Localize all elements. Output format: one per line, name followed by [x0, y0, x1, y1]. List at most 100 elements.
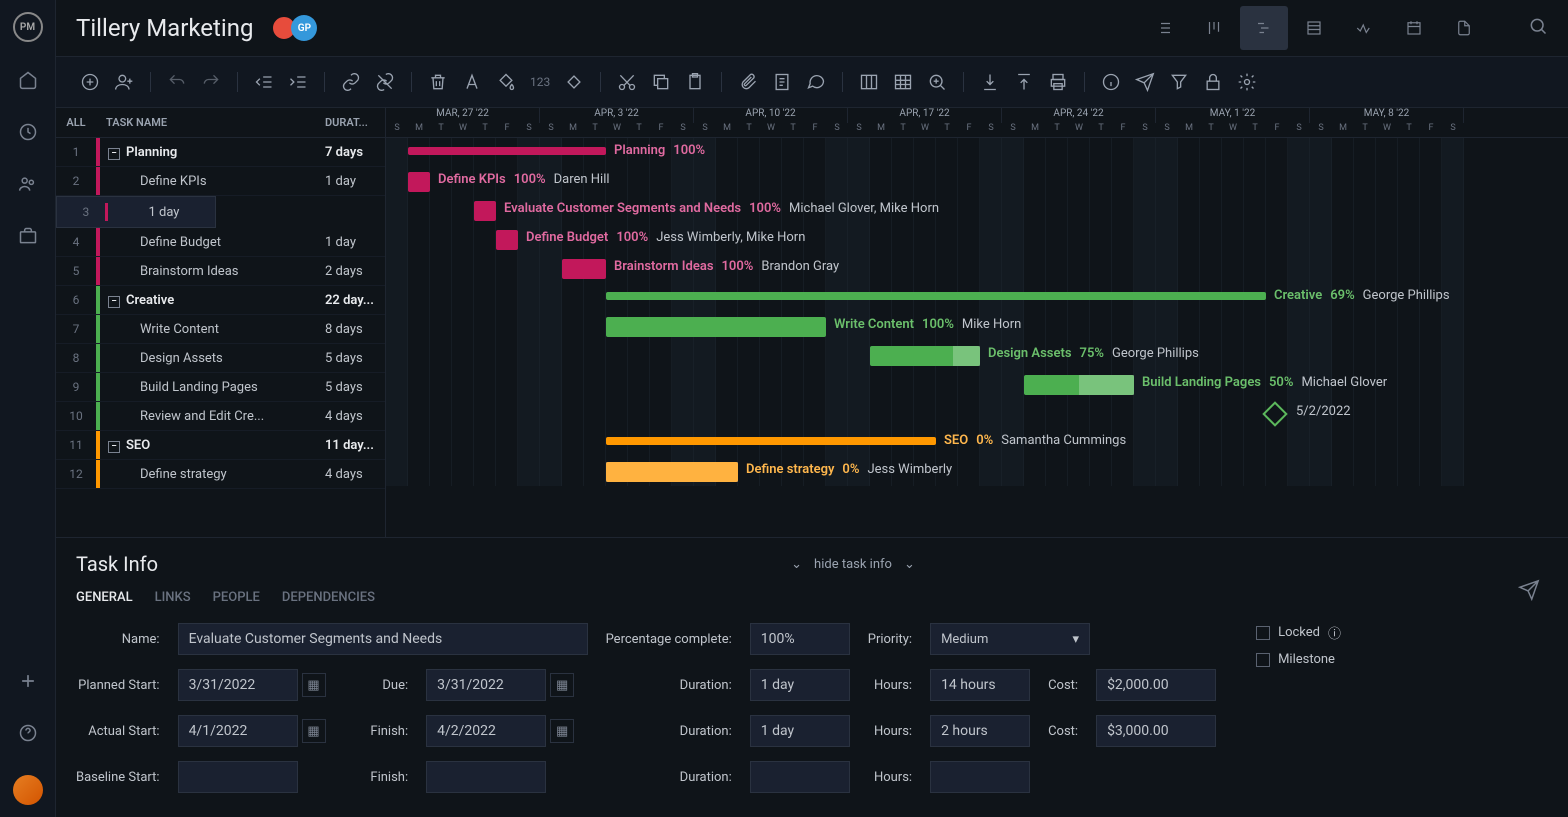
view-board-icon[interactable] [1190, 6, 1238, 50]
planned-start-input[interactable] [178, 669, 298, 701]
gantt-chart[interactable]: MAR, 27 '22APR, 3 '22APR, 10 '22APR, 17 … [386, 108, 1568, 537]
task-row[interactable]: 5 Brainstorm Ideas 2 days [56, 257, 385, 286]
lock-icon[interactable] [1199, 68, 1227, 96]
milestone-checkbox[interactable]: Milestone [1256, 652, 1335, 667]
task-row[interactable]: 3 Evaluate Customer ... 1 day [56, 196, 216, 228]
task-row[interactable]: 10 Review and Edit Cre... 4 days [56, 402, 385, 431]
baseline-duration-input[interactable] [750, 761, 850, 793]
actual-start-input[interactable] [178, 715, 298, 747]
app-logo[interactable]: PM [13, 12, 43, 42]
settings-icon[interactable] [1233, 68, 1261, 96]
send-task-icon[interactable] [1518, 579, 1540, 605]
locked-checkbox[interactable]: Locked ⓘ [1256, 623, 1341, 642]
task-row[interactable]: 4 Define Budget 1 day [56, 228, 385, 257]
priority-select[interactable]: Medium▾ [930, 623, 1090, 655]
note-icon[interactable] [768, 68, 796, 96]
task-row[interactable]: 11 −SEO 11 day... [56, 431, 385, 460]
add-resource-icon[interactable] [110, 68, 138, 96]
col-name[interactable]: TASK NAME [96, 116, 325, 129]
link-icon[interactable] [337, 68, 365, 96]
info-icon[interactable] [1097, 68, 1125, 96]
paste-icon[interactable] [681, 68, 709, 96]
add-icon[interactable] [18, 671, 38, 695]
unlink-icon[interactable] [371, 68, 399, 96]
baseline-start-input[interactable] [178, 761, 298, 793]
task-row[interactable]: 9 Build Landing Pages 5 days [56, 373, 385, 402]
task-row[interactable]: 7 Write Content 8 days [56, 315, 385, 344]
home-icon[interactable] [18, 70, 38, 94]
panel-tab[interactable]: LINKS [155, 590, 191, 605]
cost2-input[interactable] [1096, 715, 1216, 747]
calendar-icon[interactable]: ▦ [302, 673, 326, 697]
grid-icon[interactable] [889, 68, 917, 96]
milestone-icon[interactable] [560, 68, 588, 96]
baseline-start-label: Baseline Start: [76, 770, 160, 785]
task-row[interactable]: 6 −Creative 22 day... [56, 286, 385, 315]
hours-label: Hours: [868, 678, 912, 693]
calendar-icon[interactable]: ▦ [302, 719, 326, 743]
indent-icon[interactable] [284, 68, 312, 96]
filter-icon[interactable] [1165, 68, 1193, 96]
panel-tab[interactable]: DEPENDENCIES [282, 590, 375, 605]
baseline-hours-input[interactable] [930, 761, 1030, 793]
priority-label: Priority: [868, 632, 912, 647]
due-input[interactable] [426, 669, 546, 701]
send-icon[interactable] [1131, 68, 1159, 96]
task-row[interactable]: 2 Define KPIs 1 day [56, 167, 385, 196]
calendar-icon[interactable]: ▦ [550, 719, 574, 743]
zoom-icon[interactable] [923, 68, 951, 96]
columns-icon[interactable] [855, 68, 883, 96]
view-list-icon[interactable] [1140, 6, 1188, 50]
duration-input[interactable] [750, 669, 850, 701]
search-icon[interactable] [1528, 16, 1548, 40]
export-icon[interactable] [1010, 68, 1038, 96]
baseline-finish-input[interactable] [426, 761, 546, 793]
task-row[interactable]: 1 −Planning 7 days [56, 138, 385, 167]
view-files-icon[interactable] [1440, 6, 1488, 50]
calendar-icon[interactable]: ▦ [550, 673, 574, 697]
panel-tab[interactable]: PEOPLE [213, 590, 260, 605]
font-icon[interactable] [458, 68, 486, 96]
comment-icon[interactable] [802, 68, 830, 96]
panel-tab[interactable]: GENERAL [76, 590, 133, 605]
task-row[interactable]: 8 Design Assets 5 days [56, 344, 385, 373]
hours2-input[interactable] [930, 715, 1030, 747]
cost-input[interactable] [1096, 669, 1216, 701]
outdent-icon[interactable] [250, 68, 278, 96]
task-grid: ALL TASK NAME DURAT... 1 −Planning 7 day… [56, 108, 386, 537]
print-icon[interactable] [1044, 68, 1072, 96]
copy-icon[interactable] [647, 68, 675, 96]
duration2-input[interactable] [750, 715, 850, 747]
pct-input[interactable] [750, 623, 850, 655]
duration-label: Duration: [606, 678, 732, 693]
info-icon[interactable]: ⓘ [1328, 623, 1341, 642]
col-duration[interactable]: DURAT... [325, 116, 385, 129]
col-all[interactable]: ALL [56, 116, 96, 129]
undo-icon[interactable] [163, 68, 191, 96]
recent-icon[interactable] [18, 122, 38, 146]
view-workload-icon[interactable] [1340, 6, 1388, 50]
projects-icon[interactable] [18, 226, 38, 250]
import-icon[interactable] [976, 68, 1004, 96]
redo-icon[interactable] [197, 68, 225, 96]
task-info-panel: Task Info ⌄ hide task info ⌄ GENERALLINK… [56, 537, 1568, 817]
finish-label: Finish: [357, 724, 408, 739]
view-gantt-icon[interactable] [1240, 6, 1288, 50]
hours-input[interactable] [930, 669, 1030, 701]
cut-icon[interactable] [613, 68, 641, 96]
actual-start-label: Actual Start: [76, 724, 160, 739]
hide-task-info[interactable]: ⌄ hide task info ⌄ [791, 557, 915, 572]
fill-icon[interactable] [492, 68, 520, 96]
task-row[interactable]: 12 Define strategy 4 days [56, 460, 385, 489]
team-icon[interactable] [18, 174, 38, 198]
attach-icon[interactable] [734, 68, 762, 96]
view-calendar-icon[interactable] [1390, 6, 1438, 50]
collaborator-avatars[interactable]: GP [271, 15, 317, 41]
view-sheet-icon[interactable] [1290, 6, 1338, 50]
add-task-icon[interactable] [76, 68, 104, 96]
finish-input[interactable] [426, 715, 546, 747]
user-avatar[interactable] [13, 775, 43, 805]
help-icon[interactable] [18, 723, 38, 747]
name-input[interactable] [178, 623, 588, 655]
delete-icon[interactable] [424, 68, 452, 96]
